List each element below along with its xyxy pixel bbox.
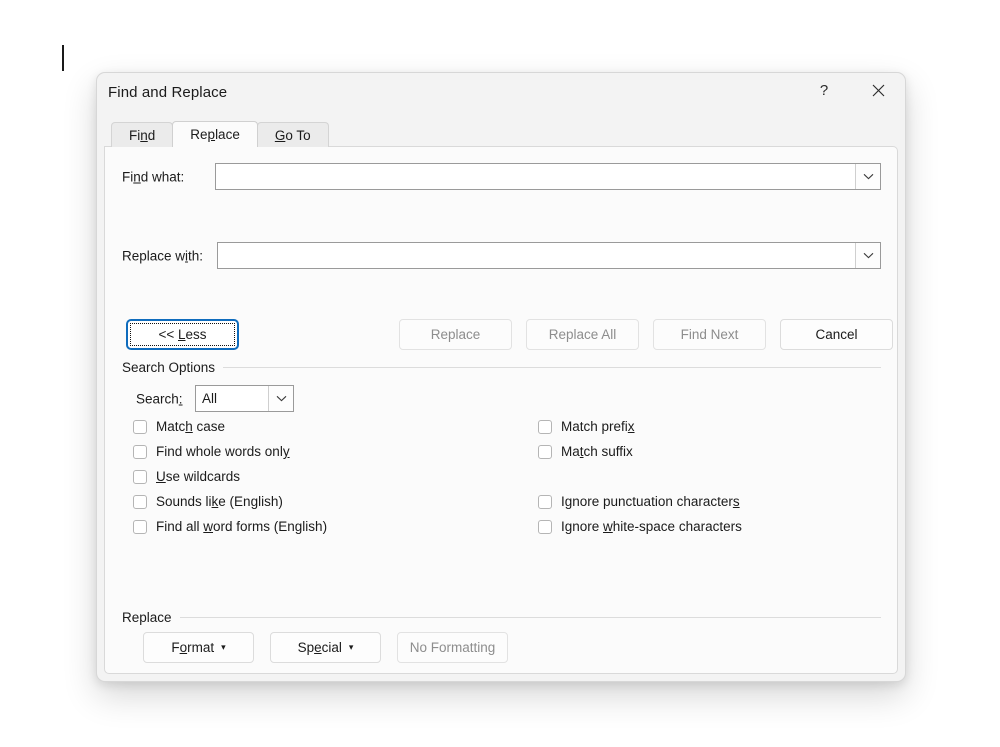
find-what-label: Find what: (122, 169, 185, 185)
checkbox-box[interactable] (538, 519, 552, 534)
document-text-caret (62, 45, 64, 71)
find-and-replace-dialog: Find and Replace ? Find Replace Go To Fi… (96, 72, 906, 682)
special-button[interactable]: Special ▾ (270, 632, 381, 663)
checkbox-ignore-punctuation-label: Ignore punctuation characters (561, 494, 740, 509)
replace-with-row: Replace with: (105, 242, 897, 270)
close-button[interactable] (855, 73, 901, 107)
help-icon: ? (819, 81, 829, 99)
formatting-button-row: Format ▾ Special ▾ No Formatting (105, 632, 897, 663)
checkbox-box[interactable] (133, 519, 147, 534)
replace-with-combobox[interactable] (217, 242, 881, 269)
checkbox-box[interactable] (133, 494, 147, 509)
checkbox-find-all-word-forms-label: Find all word forms (English) (156, 519, 328, 534)
tab-replace[interactable]: Replace (172, 121, 258, 147)
close-icon (872, 84, 885, 97)
checkbox-ignore-punctuation[interactable]: Ignore punctuation characters (538, 489, 742, 514)
less-button[interactable]: << Less (126, 319, 239, 350)
replace-group-label: Replace (122, 609, 172, 625)
replace-with-label: Replace with: (122, 248, 204, 264)
checkbox-match-case-label: Match case (156, 419, 226, 434)
search-direction-combobox[interactable]: All (195, 385, 294, 412)
search-options-left-column: Match case Find whole words only Use wil… (133, 414, 327, 539)
tab-go-to-label: Go To (274, 127, 311, 143)
help-button[interactable]: ? (801, 73, 847, 107)
find-next-button[interactable]: Find Next (653, 319, 766, 350)
find-next-button-label: Find Next (680, 327, 739, 342)
search-options-group-header: Search Options (122, 359, 881, 375)
checkbox-match-case[interactable]: Match case (133, 414, 327, 439)
dialog-title: Find and Replace (108, 84, 228, 101)
group-divider (179, 616, 881, 618)
format-button-label: Format (171, 640, 215, 655)
focus-ring (130, 323, 235, 346)
format-button[interactable]: Format ▾ (143, 632, 254, 663)
replace-all-button[interactable]: Replace All (526, 319, 639, 350)
cancel-button[interactable]: Cancel (780, 319, 893, 350)
search-direction-value[interactable]: All (196, 386, 268, 411)
special-button-label: Special (297, 640, 342, 655)
tab-find[interactable]: Find (111, 122, 174, 147)
checkbox-box[interactable] (538, 419, 552, 434)
search-options-group-label: Search Options (122, 359, 216, 375)
action-button-row: << Less Replace Replace All Find Next Ca… (105, 319, 897, 351)
replace-with-input[interactable] (218, 243, 855, 268)
dialog-titlebar: Find and Replace ? (97, 73, 905, 117)
checkbox-box[interactable] (538, 494, 552, 509)
replace-all-button-label: Replace All (548, 327, 617, 342)
checkbox-use-wildcards-label: Use wildcards (156, 469, 241, 484)
checkbox-match-suffix[interactable]: Match suffix (538, 439, 742, 464)
no-formatting-button[interactable]: No Formatting (397, 632, 508, 663)
replace-button[interactable]: Replace (399, 319, 512, 350)
checkbox-find-whole-words-only-label: Find whole words only (156, 444, 290, 459)
checkbox-find-whole-words-only[interactable]: Find whole words only (133, 439, 327, 464)
checkbox-match-prefix-label: Match prefix (561, 419, 635, 434)
checkbox-match-suffix-label: Match suffix (561, 444, 633, 459)
checkbox-box[interactable] (133, 419, 147, 434)
chevron-down-icon (276, 395, 287, 402)
checkbox-box[interactable] (133, 469, 147, 484)
search-direction-dropdown-button[interactable] (268, 386, 293, 411)
chevron-down-icon (863, 252, 874, 259)
checkbox-sounds-like[interactable]: Sounds like (English) (133, 489, 327, 514)
dialog-content-panel: Find what: Replace with: << Less Replace… (104, 146, 898, 674)
find-what-dropdown-button[interactable] (855, 164, 880, 189)
replace-with-dropdown-button[interactable] (855, 243, 880, 268)
checkbox-sounds-like-label: Sounds like (English) (156, 494, 283, 509)
search-label: Search: (136, 391, 183, 407)
checkbox-find-all-word-forms[interactable]: Find all word forms (English) (133, 514, 327, 539)
cancel-button-label: Cancel (815, 327, 858, 342)
group-divider (223, 366, 881, 368)
checkbox-box[interactable] (133, 444, 147, 459)
tab-go-to[interactable]: Go To (256, 122, 329, 147)
checkbox-ignore-white-space[interactable]: Ignore white-space characters (538, 514, 742, 539)
search-direction-row: Search: All (105, 385, 897, 413)
chevron-down-icon: ▾ (221, 642, 226, 652)
checkbox-use-wildcards[interactable]: Use wildcards (133, 464, 327, 489)
no-formatting-button-label: No Formatting (409, 640, 496, 655)
find-what-combobox[interactable] (215, 163, 881, 190)
replace-group-header: Replace (122, 609, 881, 625)
tabstrip: Find Replace Go To (111, 121, 329, 147)
replace-button-label: Replace (430, 327, 481, 342)
find-what-input[interactable] (216, 164, 855, 189)
checkbox-ignore-white-space-label: Ignore white-space characters (561, 519, 742, 534)
checkbox-box[interactable] (538, 444, 552, 459)
chevron-down-icon: ▾ (348, 642, 354, 652)
tab-find-label: Find (129, 127, 156, 143)
checkbox-match-prefix[interactable]: Match prefix (538, 414, 742, 439)
chevron-down-icon (863, 173, 874, 180)
find-what-row: Find what: (105, 163, 897, 191)
search-options-right-column: Match prefix Match suffix Ignore punctua… (538, 414, 742, 539)
tab-replace-label: Replace (190, 127, 240, 142)
